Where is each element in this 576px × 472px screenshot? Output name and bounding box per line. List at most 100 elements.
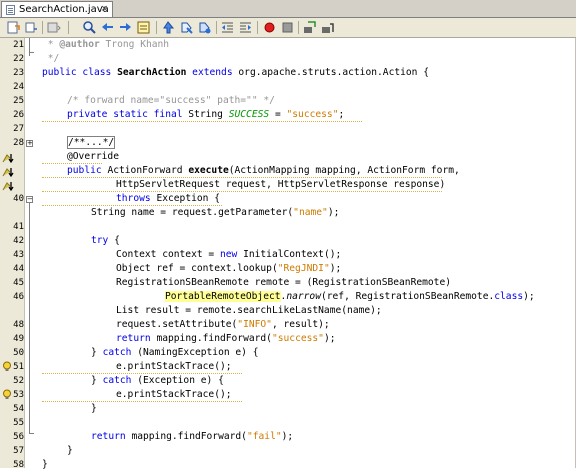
code-text: Context context = xyxy=(116,249,220,260)
line-number: 25 xyxy=(13,96,24,106)
code-line: List result = remote.searchLikeLastName(… xyxy=(116,305,382,316)
find-next-icon[interactable] xyxy=(118,20,133,35)
keyword: catch xyxy=(102,375,138,386)
string-literal: "RegJNDI" xyxy=(277,263,330,274)
line-number: 49 xyxy=(13,334,24,344)
code-text: } xyxy=(91,347,103,358)
line-number: 52 xyxy=(13,376,24,386)
code-line: public class SearchAction extends org.ap… xyxy=(42,66,429,80)
toolbar-separator xyxy=(257,21,258,34)
override-arrow-icon[interactable] xyxy=(2,167,14,178)
code-folding-margin: + − xyxy=(26,38,36,468)
line-number: 23 xyxy=(13,68,24,78)
warning-bulb-icon[interactable] xyxy=(2,361,14,372)
code-text: org.apache.struts.action.Action { xyxy=(238,67,429,78)
toggle-highlight-icon[interactable] xyxy=(136,20,151,35)
code-text: String xyxy=(188,109,229,120)
constant-name: SUCCESS xyxy=(228,109,270,120)
toolbar-separator xyxy=(216,21,217,34)
next-bookmark-icon[interactable] xyxy=(179,20,194,35)
override-arrow-icon[interactable] xyxy=(2,153,14,164)
code-line: } xyxy=(91,403,97,414)
code-text: ); xyxy=(523,291,535,302)
shift-right-icon[interactable] xyxy=(238,20,253,35)
tab-searchaction-java[interactable]: SearchAction.java × xyxy=(1,1,113,17)
toggle-bookmark-icon[interactable] xyxy=(197,20,212,35)
code-text: ); xyxy=(329,263,342,274)
code-line: } xyxy=(67,445,73,456)
hint-underline xyxy=(42,120,362,122)
code-line: return mapping.findForward("fail"); xyxy=(91,430,293,444)
code-text: (ref, RegistrationSBeanRemote. xyxy=(320,291,495,302)
code-line: /* forward name="success" path="" */ xyxy=(67,95,275,106)
line-number: 28 xyxy=(13,138,24,148)
keyword: catch xyxy=(102,347,138,358)
line-number-gutter: 21 22 23 24 25 26 27 28 40 41 42 43 44 4… xyxy=(0,38,25,470)
shift-left-icon[interactable] xyxy=(220,20,235,35)
line-number: 55 xyxy=(13,418,24,428)
collapse-fold-icon[interactable]: − xyxy=(26,196,33,203)
keyword: extends xyxy=(186,67,239,78)
code-text: ); xyxy=(323,333,336,344)
line-number: 21 xyxy=(13,40,24,50)
uncomment-icon[interactable] xyxy=(320,20,335,35)
keyword: throws xyxy=(116,193,157,204)
highlighted-identifier: PortableRemoteObject xyxy=(165,291,281,302)
keyword: return xyxy=(116,333,157,344)
string-literal: "name" xyxy=(293,207,328,218)
code-line: Context context = new InitialContext(); xyxy=(116,248,341,262)
line-number: 56 xyxy=(13,432,24,442)
find-previous-icon[interactable] xyxy=(100,20,115,35)
back-icon[interactable] xyxy=(24,20,39,35)
line-number: 40 xyxy=(13,194,24,204)
toolbar-separator xyxy=(42,21,43,34)
line-number: 41 xyxy=(13,222,24,232)
code-line[interactable]: /**...*/ xyxy=(67,136,116,150)
override-arrow-icon[interactable] xyxy=(2,181,14,192)
forward-icon[interactable] xyxy=(46,20,61,35)
string-literal: "success" xyxy=(286,109,339,120)
code-text: (Exception e) { xyxy=(137,375,224,386)
last-edit-icon[interactable] xyxy=(6,20,21,35)
class-name: SearchAction xyxy=(117,67,187,78)
code-line: String name = request.getParameter("name… xyxy=(91,206,339,220)
code-line: PortableRemoteObject.narrow(ref, Registr… xyxy=(165,290,535,304)
keyword: private static final xyxy=(67,109,189,120)
line-number: 26 xyxy=(13,110,24,120)
toolbar-separator xyxy=(68,21,69,34)
code-line: RegistrationSBeanRemote remote = (Regist… xyxy=(116,277,452,288)
line-number: 54 xyxy=(13,404,24,414)
line-number: 46 xyxy=(13,292,24,302)
start-macro-icon[interactable] xyxy=(262,20,277,35)
line-number: 44 xyxy=(13,264,24,274)
code-text: ActionForward xyxy=(107,165,189,176)
code-editor[interactable]: * @author Trong Khanh */ public class Se… xyxy=(42,38,576,470)
hint-underline xyxy=(42,190,442,192)
stop-macro-icon[interactable] xyxy=(280,20,295,35)
comment-icon[interactable] xyxy=(302,20,317,35)
keyword: try xyxy=(91,235,115,246)
code-text: , result); xyxy=(271,319,330,330)
previous-bookmark-icon[interactable] xyxy=(161,20,176,35)
string-literal: "INFO" xyxy=(237,319,272,330)
line-number: 48 xyxy=(13,320,24,330)
keyword: class xyxy=(494,291,524,302)
hint-underline xyxy=(42,400,242,402)
toolbar-separator xyxy=(298,21,299,34)
javadoc-tag: @author xyxy=(59,39,100,50)
folded-javadoc[interactable]: /**...*/ xyxy=(67,136,116,149)
code-line: */ xyxy=(42,53,60,64)
close-tab-icon[interactable]: × xyxy=(100,2,108,17)
find-selection-icon[interactable] xyxy=(82,20,97,35)
fold-guide xyxy=(29,433,34,434)
expand-fold-icon[interactable]: + xyxy=(26,140,33,147)
code-text: InitialContext(); xyxy=(243,249,342,260)
warning-bulb-icon[interactable] xyxy=(2,389,14,400)
string-literal: "fail" xyxy=(246,431,282,442)
code-text: = xyxy=(269,109,287,120)
line-number: 22 xyxy=(13,54,24,64)
code-text: request.setAttribute( xyxy=(116,319,238,330)
static-method-name: narrow xyxy=(286,291,321,302)
method-name: execute xyxy=(188,165,229,176)
code-text: ; xyxy=(338,109,345,120)
